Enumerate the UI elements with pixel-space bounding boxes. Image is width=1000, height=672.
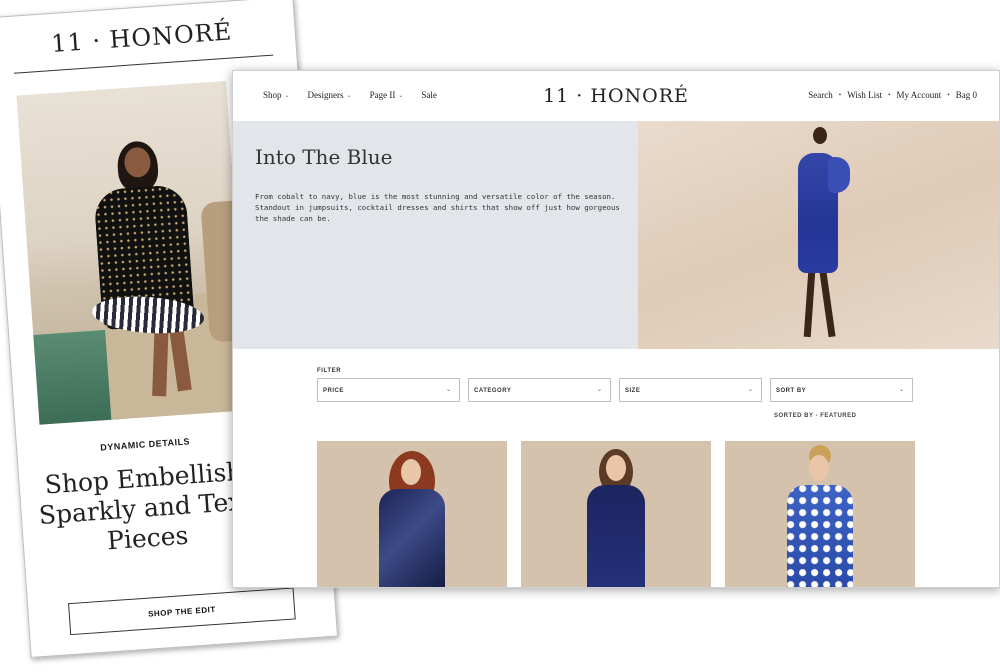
account-link[interactable]: My Account — [897, 90, 942, 100]
hero-title: Into The Blue — [255, 145, 393, 169]
desktop-page: Shop ⌄ Designers ⌄ Page II ⌄ Sale 11 · H… — [232, 70, 1000, 588]
wishlist-link[interactable]: Wish List — [847, 90, 882, 100]
search-link[interactable]: Search — [808, 90, 833, 100]
separator-dot: • — [838, 91, 842, 99]
price-select[interactable]: PRICE ⌄ — [317, 378, 460, 402]
product-card[interactable] — [521, 441, 711, 587]
mobile-hero-image[interactable] — [16, 80, 250, 425]
filter-label: FILTER — [317, 368, 342, 374]
chevron-down-icon: ⌄ — [596, 387, 602, 393]
category-select[interactable]: CATEGORY ⌄ — [468, 378, 611, 402]
filter-bar: PRICE ⌄ CATEGORY ⌄ SIZE ⌄ SORT BY ⌄ — [317, 378, 913, 402]
product-card[interactable] — [317, 441, 507, 587]
hero-banner: Into The Blue From cobalt to navy, blue … — [233, 121, 999, 349]
separator-dot: • — [888, 91, 891, 99]
shop-the-edit-button[interactable]: SHOP THE EDIT — [68, 587, 296, 636]
size-select[interactable]: SIZE ⌄ — [619, 378, 762, 402]
mobile-logo[interactable]: 11 · HONORÉ — [0, 13, 295, 62]
chevron-down-icon: ⌄ — [445, 387, 451, 393]
sorted-by-label: SORTED BY - FEATURED — [774, 413, 857, 419]
chevron-down-icon: ⌄ — [747, 387, 753, 393]
nav-right: Search • Wish List • My Account • Bag 0 — [808, 90, 977, 100]
product-grid — [317, 441, 915, 587]
chevron-down-icon: ⌄ — [898, 387, 904, 393]
product-card[interactable] — [725, 441, 915, 587]
hero-image — [638, 121, 999, 349]
sort-by-select[interactable]: SORT BY ⌄ — [770, 378, 913, 402]
bag-count: 0 — [972, 90, 978, 100]
hero-description: From cobalt to navy, blue is the most st… — [255, 192, 620, 223]
hero-text-panel: Into The Blue From cobalt to navy, blue … — [233, 121, 638, 349]
bag-link[interactable]: Bag 0 — [956, 90, 977, 100]
separator-dot: • — [947, 91, 950, 99]
top-nav: Shop ⌄ Designers ⌄ Page II ⌄ Sale 11 · H… — [233, 71, 999, 122]
